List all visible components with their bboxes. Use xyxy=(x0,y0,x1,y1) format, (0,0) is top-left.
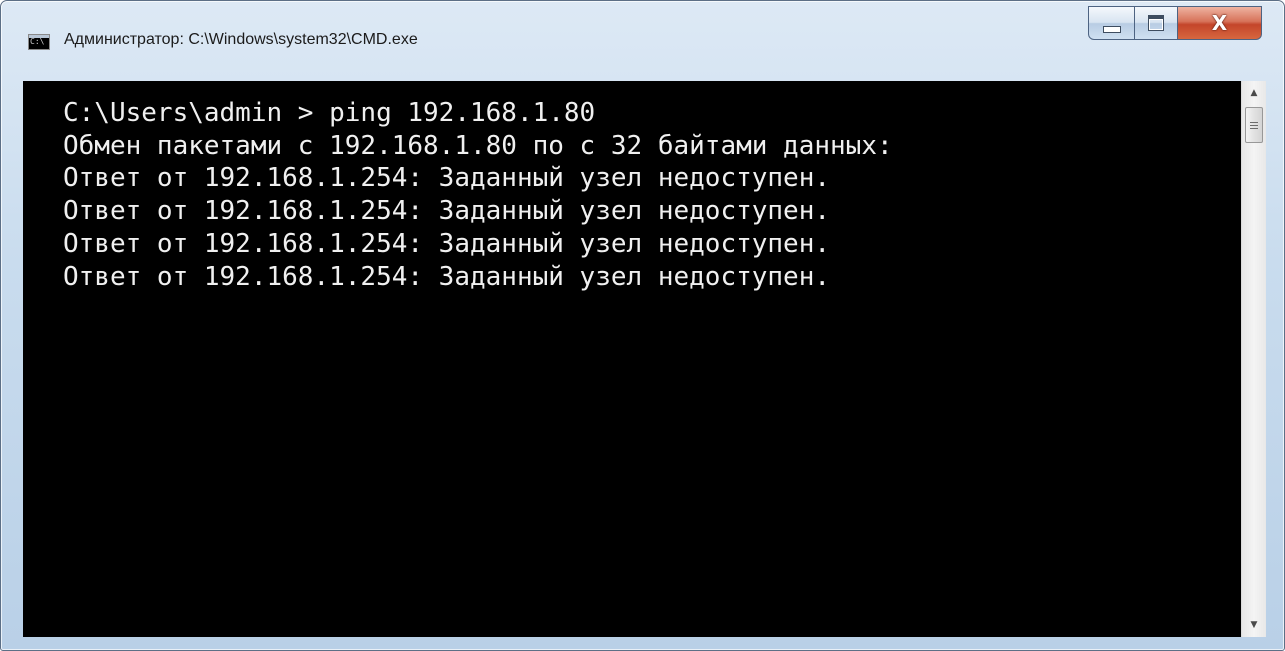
console-line-reply: Ответ от 192.168.1.254: Заданный узел не… xyxy=(63,228,831,259)
minimize-button[interactable] xyxy=(1088,6,1135,40)
console-line-ping-header: Обмен пакетами с 192.168.1.80 по с 32 ба… xyxy=(63,130,893,161)
minimize-icon xyxy=(1102,25,1121,33)
window-title: Администратор: C:\Windows\system32\CMD.e… xyxy=(64,31,418,48)
close-button[interactable]: X xyxy=(1178,6,1262,40)
title-bar[interactable]: C:\ Администратор: C:\Windows\system32\C… xyxy=(1,1,1284,81)
scroll-up-button[interactable]: ▲ xyxy=(1242,81,1266,105)
chevron-down-icon: ▼ xyxy=(1250,620,1258,630)
grip-line-icon xyxy=(1250,121,1258,123)
maximize-icon xyxy=(1148,15,1164,31)
console-line-reply: Ответ от 192.168.1.254: Заданный узел не… xyxy=(63,261,831,292)
grip-line-icon xyxy=(1250,124,1258,126)
maximize-button[interactable] xyxy=(1135,6,1178,40)
caption-buttons: X xyxy=(1088,6,1262,40)
vertical-scrollbar[interactable]: ▲ ▼ xyxy=(1241,81,1266,637)
grip-line-icon xyxy=(1250,127,1258,129)
cmd-app-icon[interactable]: C:\ xyxy=(28,34,50,50)
console-output[interactable]: C:\Users\admin > ping 192.168.1.80 Обмен… xyxy=(23,81,1241,637)
chevron-up-icon: ▲ xyxy=(1250,88,1258,98)
app-icon-label: C:\ xyxy=(30,37,45,46)
console-line-command: C:\Users\admin > ping 192.168.1.80 xyxy=(63,98,596,128)
console-line-reply: Ответ от 192.168.1.254: Заданный узел не… xyxy=(63,196,831,227)
scroll-thumb[interactable] xyxy=(1245,107,1263,143)
console-line-reply: Ответ от 192.168.1.254: Заданный узел не… xyxy=(63,163,831,194)
scroll-down-button[interactable]: ▼ xyxy=(1242,613,1266,637)
close-icon: X xyxy=(1211,11,1228,35)
cmd-window: C:\ Администратор: C:\Windows\system32\C… xyxy=(0,0,1285,651)
